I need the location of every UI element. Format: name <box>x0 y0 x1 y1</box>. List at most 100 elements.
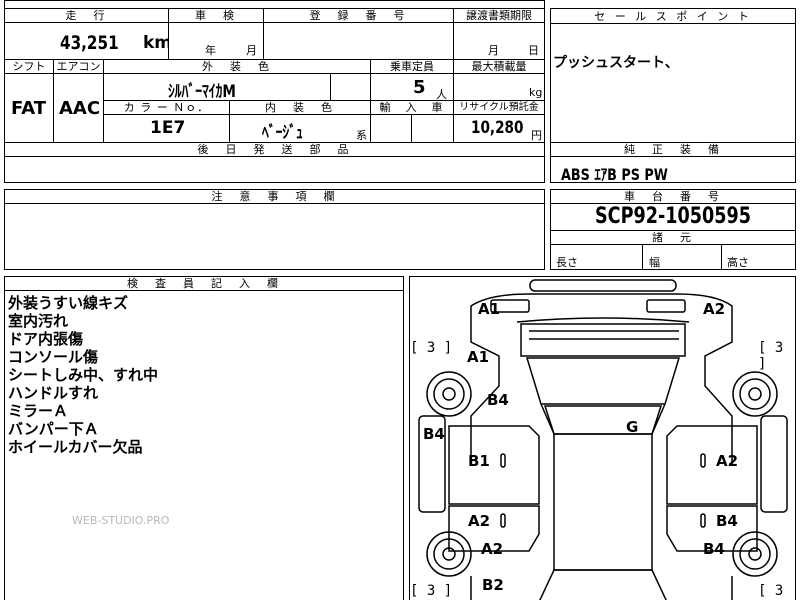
max-load-header: 最大積載量 <box>453 59 545 74</box>
inspector-note: シートしみ中、すれ中 <box>8 366 159 384</box>
spec-length-label: 長さ <box>556 256 578 269</box>
inspector-note: 外装うすい線キズ <box>8 294 129 312</box>
roof <box>553 433 653 571</box>
damage-label-rear-fender-right: B4 <box>703 540 725 558</box>
sales-point-text: プッシュスタート、 <box>553 55 679 71</box>
front-fender-right <box>760 415 788 513</box>
inspection-month-label: 月 <box>246 44 257 57</box>
inspector-note: 室内汚れ <box>8 312 69 330</box>
front-bumper-plate <box>529 279 677 292</box>
damage-label-rear-door-left: A2 <box>468 512 491 530</box>
transfer-day-label: 日 <box>528 44 539 57</box>
interior-color-value: ﾍﾞｰｼﾞｭ <box>262 123 303 143</box>
color-no-header: カ ラ ー Ｎｏ． <box>103 100 230 115</box>
interior-color-header: 内 装 色 <box>229 100 371 115</box>
inspector-notes: 外装うすい線キズ 室内汚れ ドア内張傷 コンソール傷 シートしみ中、すれ中 ハン… <box>8 294 158 456</box>
caution-header: 注 意 事 項 欄 <box>4 189 545 204</box>
shift-header: シフト <box>4 59 54 74</box>
inspector-note: ドア内張傷 <box>8 330 84 348</box>
damage-label-front-left: A1 <box>478 300 501 318</box>
front-door-left <box>448 425 540 505</box>
equipment-text: ABS ｴｱB PS PW <box>561 165 668 184</box>
later-parts-header: 後 日 発 送 部 品 <box>4 142 545 157</box>
pillar-left <box>540 403 555 435</box>
transfer-month-label: 月 <box>488 44 499 57</box>
color-no-value: 1E7 <box>150 118 186 138</box>
bracket-upper-left: [ 3 ] <box>410 340 453 356</box>
inspection-header: 車 検 <box>168 8 264 23</box>
rear-windshield <box>539 569 667 600</box>
bracket-lower-left: [ 3 ] <box>410 583 453 599</box>
equipment-header: 純 正 装 備 <box>550 142 796 157</box>
watermark: WEB-STUDIO.PRO <box>72 514 170 527</box>
hood-top <box>516 317 690 323</box>
aircon-value: AAC <box>59 98 101 119</box>
exterior-color-value: ｼﾙﾊﾞｰﾏｲｶM <box>168 82 236 102</box>
pillar-right <box>651 403 666 435</box>
damage-label-rear-fender-left: A2 <box>481 540 504 558</box>
recycle-header: リサイクル預託金 <box>453 100 545 115</box>
hood-vents <box>529 330 679 340</box>
door-handle-rr <box>700 513 706 528</box>
bracket-lower-right: [ 3 ] <box>758 583 784 600</box>
spec-width-label: 幅 <box>649 256 660 269</box>
recycle-value: 10,280 <box>471 118 524 138</box>
damage-label-front-door-left: B1 <box>468 452 490 470</box>
front-outline <box>470 293 733 326</box>
car-diagram <box>418 279 788 600</box>
max-load-unit: kg <box>529 86 543 99</box>
damage-label-fender-left: B4 <box>487 391 509 409</box>
sales-point-header: セ ー ル ス ポ イ ン ト <box>550 8 796 24</box>
mileage-header: 走 行 <box>4 8 169 23</box>
damage-label-rear-door-right: B4 <box>716 512 738 530</box>
later-parts-cell <box>4 156 545 183</box>
inspector-note: コンソール傷 <box>8 348 99 366</box>
windshield <box>525 357 681 405</box>
front-wheel-right-hub <box>748 387 762 401</box>
door-handle-fr <box>700 453 706 468</box>
shift-value: FAT <box>11 98 47 119</box>
front-door-right <box>666 425 758 505</box>
front-wheel-left-inner <box>433 378 465 410</box>
damage-label-trunk: B2 <box>482 576 504 594</box>
rear-wheel-right-inner <box>739 538 771 570</box>
exterior-color-header: 外 装 色 <box>103 59 371 74</box>
front-wheel-left-hub <box>442 387 456 401</box>
sales-point-cell <box>550 23 796 143</box>
rear-wheel-right-hub <box>748 547 762 561</box>
aircon-header: エアコン <box>53 59 104 74</box>
front-wheel-right-inner <box>739 378 771 410</box>
roof-front <box>543 405 663 435</box>
import-cell-left <box>370 114 412 143</box>
registration-header: 登 録 番 号 <box>263 8 454 23</box>
interior-color-suffix: 系 <box>356 129 367 142</box>
import-cell-right <box>411 114 454 143</box>
recycle-unit: 円 <box>531 129 542 142</box>
capacity-value: 5 <box>413 77 426 98</box>
inspector-note: ハンドルすれ <box>8 384 99 402</box>
inspector-note: ミラーＡ <box>8 402 69 420</box>
door-handle-fl <box>500 453 506 468</box>
door-handle-rl <box>500 513 506 528</box>
capacity-header: 乗車定員 <box>370 59 454 74</box>
caution-cell <box>4 203 545 270</box>
inspector-note: ホイールカバー欠品 <box>8 438 143 456</box>
registration-cell <box>263 22 454 60</box>
mileage-value: 43,251 <box>60 32 119 54</box>
import-header: 輸 入 車 <box>370 100 454 115</box>
damage-label-front-right: A2 <box>703 300 726 318</box>
hood <box>520 323 686 357</box>
damage-label-front-door-right: A2 <box>716 452 739 470</box>
damage-label-side-left: B4 <box>423 425 445 443</box>
bracket-upper-right: [ 3 ] <box>758 340 784 372</box>
exterior-color-sub-cell <box>330 73 371 101</box>
transfer-deadline-header: 譲渡書類期限 <box>453 8 545 23</box>
chassis-value: SCP92-1050595 <box>595 204 752 229</box>
specs-header: 諸 元 <box>550 230 796 245</box>
damage-label-roof: G <box>626 418 639 436</box>
body-right-side <box>704 326 733 466</box>
front-lamp-right <box>646 299 686 313</box>
chassis-header: 車 台 番 号 <box>550 189 796 204</box>
spec-height-label: 高さ <box>727 256 749 269</box>
damage-label-hood-left: A1 <box>467 348 490 366</box>
